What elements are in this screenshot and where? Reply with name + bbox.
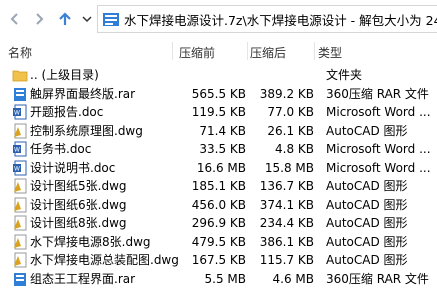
file-type: AutoCAD 图形 bbox=[326, 252, 408, 268]
file-size: 456.0 KB bbox=[192, 197, 246, 213]
file-type: AutoCAD 图形 bbox=[326, 123, 408, 139]
word-icon: W bbox=[12, 160, 28, 176]
arrow-up-icon bbox=[57, 11, 73, 27]
folder-up-icon bbox=[12, 67, 28, 83]
file-name: 开题报告.doc bbox=[30, 104, 103, 120]
file-size: 296.9 KB bbox=[192, 215, 246, 231]
file-list: .. (上级目录) 文件夹 触屏界面最终版.rar 565.5 KB 389.2… bbox=[0, 66, 437, 288]
file-packed: 4.8 KB bbox=[275, 141, 314, 157]
dwg-icon bbox=[12, 234, 28, 250]
archive-icon bbox=[102, 11, 120, 27]
file-name: 水下焊接电源8张.dwg bbox=[30, 234, 151, 250]
col-packed-header[interactable]: 压缩后 bbox=[250, 44, 286, 61]
dropdown-button[interactable] bbox=[76, 8, 98, 30]
file-row[interactable]: W 任务书.doc 33.5 KB 4.8 KB Microsoft Word … bbox=[0, 140, 437, 159]
file-name: 组态王工程界面.rar bbox=[30, 271, 135, 287]
column-divider bbox=[314, 42, 315, 60]
file-packed: 77.0 KB bbox=[267, 104, 314, 120]
file-type: 文件夹 bbox=[326, 67, 362, 83]
up-button[interactable] bbox=[54, 8, 76, 30]
file-type: AutoCAD 图形 bbox=[326, 197, 408, 213]
col-type-header[interactable]: 类型 bbox=[318, 44, 342, 61]
file-packed: 15.8 MB bbox=[265, 160, 314, 176]
file-row[interactable]: 设计图纸8张.dwg 296.9 KB 234.4 KB AutoCAD 图形 bbox=[0, 214, 437, 233]
col-name-header[interactable]: 名称 bbox=[8, 44, 32, 61]
file-packed: 386.1 KB bbox=[260, 234, 314, 250]
rar-icon bbox=[12, 86, 28, 102]
dwg-icon bbox=[12, 123, 28, 139]
file-size: 5.5 MB bbox=[205, 271, 246, 287]
file-row[interactable]: .. (上级目录) 文件夹 bbox=[0, 66, 437, 85]
forward-button[interactable] bbox=[28, 8, 50, 30]
file-type: AutoCAD 图形 bbox=[326, 178, 408, 194]
file-row[interactable]: 水下焊接电源8张.dwg 479.5 KB 386.1 KB AutoCAD 图… bbox=[0, 233, 437, 252]
dwg-icon bbox=[12, 178, 28, 194]
file-name: 设计图纸8张.dwg bbox=[30, 215, 127, 231]
file-packed: 26.1 KB bbox=[267, 123, 314, 139]
svg-text:W: W bbox=[14, 147, 20, 154]
file-row[interactable]: 水下焊接电源总装配图.dwg 167.5 KB 115.7 KB AutoCAD… bbox=[0, 251, 437, 270]
file-row[interactable]: 组态王工程界面.rar 5.5 MB 4.6 MB 360压缩 RAR 文件 bbox=[0, 270, 437, 288]
file-packed: 4.6 MB bbox=[273, 271, 314, 287]
file-name: 控制系统原理图.dwg bbox=[30, 123, 143, 139]
file-size: 479.5 KB bbox=[192, 234, 246, 250]
column-divider bbox=[247, 42, 248, 60]
arrow-left-icon bbox=[7, 11, 23, 27]
file-packed: 136.7 KB bbox=[260, 178, 314, 194]
file-type: Microsoft Word ... bbox=[326, 104, 431, 120]
back-button[interactable] bbox=[4, 8, 26, 30]
file-row[interactable]: W 开题报告.doc 119.5 KB 77.0 KB Microsoft Wo… bbox=[0, 103, 437, 122]
file-name: 设计说明书.doc bbox=[30, 160, 115, 176]
chevron-down-icon bbox=[81, 13, 93, 25]
dwg-icon bbox=[12, 252, 28, 268]
file-packed: 389.2 KB bbox=[260, 86, 314, 102]
file-name: 任务书.doc bbox=[30, 141, 91, 157]
path-text: 水下焊接电源设计.7z\水下焊接电源设计 - 解包大小为 24.4 bbox=[124, 10, 437, 29]
file-size: 71.4 KB bbox=[199, 123, 246, 139]
file-size: 185.1 KB bbox=[192, 178, 246, 194]
file-type: AutoCAD 图形 bbox=[326, 234, 408, 250]
file-name: 设计图纸5张.dwg bbox=[30, 178, 127, 194]
svg-text:W: W bbox=[14, 110, 20, 117]
column-header: 名称 压缩前 压缩后 类型 bbox=[0, 40, 437, 62]
file-row[interactable]: 触屏界面最终版.rar 565.5 KB 389.2 KB 360压缩 RAR … bbox=[0, 85, 437, 104]
file-size: 167.5 KB bbox=[192, 252, 246, 268]
file-size: 33.5 KB bbox=[199, 141, 246, 157]
file-type: 360压缩 RAR 文件 bbox=[326, 271, 429, 287]
file-row[interactable]: 设计图纸5张.dwg 185.1 KB 136.7 KB AutoCAD 图形 bbox=[0, 177, 437, 196]
file-name: 设计图纸6张.dwg bbox=[30, 197, 127, 213]
file-type: AutoCAD 图形 bbox=[326, 215, 408, 231]
file-type: 360压缩 RAR 文件 bbox=[326, 86, 429, 102]
word-icon: W bbox=[12, 141, 28, 157]
col-size-header[interactable]: 压缩前 bbox=[179, 44, 215, 61]
arrow-right-icon bbox=[31, 11, 47, 27]
word-icon: W bbox=[12, 104, 28, 120]
rar-icon bbox=[12, 271, 28, 287]
file-name: 触屏界面最终版.rar bbox=[30, 86, 135, 102]
path-bar[interactable]: 水下焊接电源设计.7z\水下焊接电源设计 - 解包大小为 24.4 bbox=[97, 5, 437, 33]
file-packed: 115.7 KB bbox=[260, 252, 314, 268]
dwg-icon bbox=[12, 197, 28, 213]
file-row[interactable]: 设计图纸6张.dwg 456.0 KB 374.1 KB AutoCAD 图形 bbox=[0, 196, 437, 215]
file-packed: 234.4 KB bbox=[260, 215, 314, 231]
file-row[interactable]: W 设计说明书.doc 16.6 MB 15.8 MB Microsoft Wo… bbox=[0, 159, 437, 178]
file-type: Microsoft Word ... bbox=[326, 141, 431, 157]
svg-text:W: W bbox=[14, 165, 20, 172]
file-type: Microsoft Word ... bbox=[326, 160, 431, 176]
file-packed: 374.1 KB bbox=[260, 197, 314, 213]
file-size: 16.6 MB bbox=[197, 160, 246, 176]
file-size: 565.5 KB bbox=[192, 86, 246, 102]
file-size: 119.5 KB bbox=[192, 104, 246, 120]
column-divider bbox=[172, 42, 173, 60]
toolbar: 水下焊接电源设计.7z\水下焊接电源设计 - 解包大小为 24.4 bbox=[0, 0, 437, 38]
file-name: .. (上级目录) bbox=[30, 67, 99, 83]
file-row[interactable]: 控制系统原理图.dwg 71.4 KB 26.1 KB AutoCAD 图形 bbox=[0, 122, 437, 141]
file-name: 水下焊接电源总装配图.dwg bbox=[30, 252, 179, 268]
dwg-icon bbox=[12, 215, 28, 231]
